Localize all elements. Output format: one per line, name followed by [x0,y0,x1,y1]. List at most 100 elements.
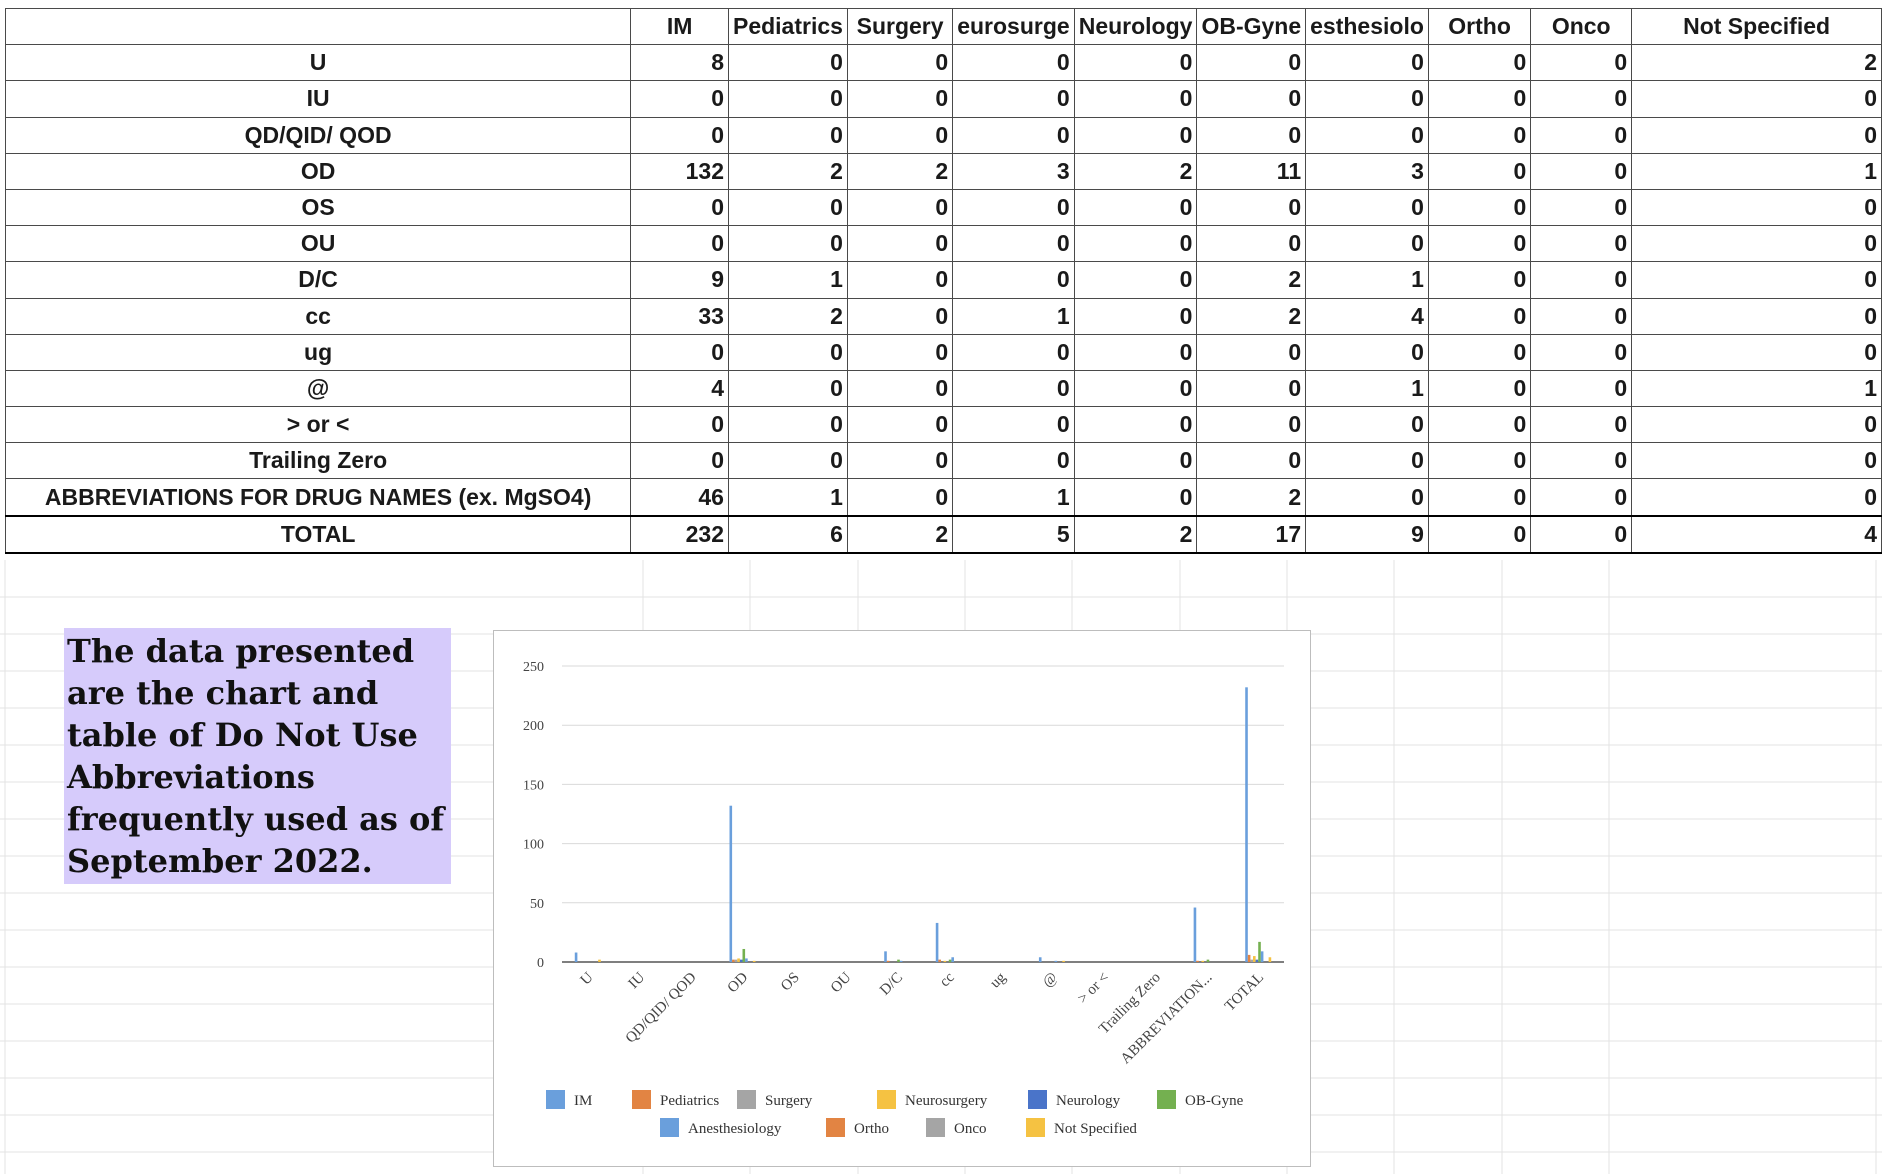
corner-header-cell[interactable] [4,7,632,46]
table-cell[interactable]: 0 [1530,297,1633,335]
table-cell[interactable]: 0 [1631,225,1882,263]
table-cell[interactable]: 0 [1631,261,1882,299]
table-cell[interactable]: 0 [727,225,848,263]
table-cell[interactable]: 0 [1530,478,1633,517]
table-cell[interactable]: 232 [630,514,729,554]
table-cell[interactable]: 1 [1631,369,1882,408]
table-cell[interactable]: 0 [1427,44,1532,82]
table-cell[interactable]: 0 [846,261,954,299]
table-cell[interactable]: 0 [846,80,954,118]
table-cell[interactable]: 2 [1196,297,1307,335]
table-cell[interactable]: 0 [1530,80,1633,118]
row-label-cell[interactable]: D/C [4,261,632,299]
row-label-cell[interactable]: > or < [4,406,632,444]
table-cell[interactable]: 2 [727,297,848,335]
table-cell[interactable]: 0 [727,188,848,227]
table-cell[interactable]: 0 [1530,152,1633,190]
table-cell[interactable]: 0 [952,333,1075,371]
table-cell[interactable]: 0 [630,442,729,480]
table-cell[interactable]: 0 [846,297,954,335]
column-header[interactable]: Pediatrics [727,7,848,46]
table-cell[interactable]: 0 [1631,478,1882,517]
table-cell[interactable]: 0 [1196,442,1307,480]
table-cell[interactable]: 2 [1073,514,1198,554]
table-cell[interactable]: 2 [1196,261,1307,299]
table-cell[interactable]: 0 [1530,333,1633,371]
table-cell[interactable]: 0 [1073,80,1198,118]
table-cell[interactable]: 0 [630,116,729,154]
row-label-cell[interactable]: TOTAL [4,514,632,554]
table-cell[interactable]: 46 [630,478,729,517]
table-cell[interactable]: 0 [1427,406,1532,444]
table-cell[interactable]: 0 [1196,116,1307,154]
table-cell[interactable]: 0 [1196,188,1307,227]
table-cell[interactable]: 0 [1305,44,1429,82]
table-cell[interactable]: 0 [1530,442,1633,480]
table-cell[interactable]: 0 [1631,297,1882,335]
table-cell[interactable]: 0 [846,44,954,82]
column-header[interactable]: Not Specified [1631,7,1882,46]
table-cell[interactable]: 0 [1196,225,1307,263]
table-cell[interactable]: 0 [630,333,729,371]
table-cell[interactable]: 0 [1073,297,1198,335]
table-cell[interactable]: 0 [1530,225,1633,263]
column-header[interactable]: eurosurge [952,7,1075,46]
table-cell[interactable]: 0 [727,369,848,408]
table-cell[interactable]: 0 [846,478,954,517]
table-cell[interactable]: 0 [952,188,1075,227]
chart-container[interactable]: 0 50 100 150 200 250 U IU QD/QID/ QOD OD OS OU D/C cc… [493,630,1311,1167]
table-cell[interactable]: 0 [1427,369,1532,408]
table-cell[interactable]: 0 [727,116,848,154]
table-cell[interactable]: 0 [1073,478,1198,517]
table-cell[interactable]: 0 [727,442,848,480]
table-cell[interactable]: 0 [1530,261,1633,299]
table-cell[interactable]: 0 [1427,478,1532,517]
table-cell[interactable]: 0 [1196,369,1307,408]
table-cell[interactable]: 0 [1631,333,1882,371]
table-cell[interactable]: 0 [1631,188,1882,227]
table-cell[interactable]: 0 [727,80,848,118]
table-cell[interactable]: 0 [1196,406,1307,444]
table-cell[interactable]: 2 [727,152,848,190]
table-cell[interactable]: 0 [1196,333,1307,371]
table-cell[interactable]: 4 [1631,514,1882,554]
table-cell[interactable]: 0 [846,225,954,263]
table-cell[interactable]: 0 [1631,406,1882,444]
table-cell[interactable]: 11 [1196,152,1307,190]
table-cell[interactable]: 0 [846,333,954,371]
table-cell[interactable]: 0 [1305,80,1429,118]
table-cell[interactable]: 0 [1073,406,1198,444]
table-cell[interactable]: 1 [1631,152,1882,190]
table-cell[interactable]: 0 [1631,442,1882,480]
table-cell[interactable]: 0 [952,406,1075,444]
table-cell[interactable]: 3 [1305,152,1429,190]
table-cell[interactable]: 6 [727,514,848,554]
table-cell[interactable]: 0 [630,225,729,263]
table-cell[interactable]: 0 [952,369,1075,408]
table-cell[interactable]: 1 [952,478,1075,517]
table-cell[interactable]: 5 [952,514,1075,554]
table-cell[interactable]: 0 [1530,406,1633,444]
table-cell[interactable]: 0 [1631,116,1882,154]
table-cell[interactable]: 0 [1073,442,1198,480]
table-cell[interactable]: 0 [1530,44,1633,82]
table-cell[interactable]: 0 [1305,442,1429,480]
table-cell[interactable]: 0 [846,369,954,408]
table-cell[interactable]: 0 [1427,152,1532,190]
row-label-cell[interactable]: OD [4,152,632,190]
table-cell[interactable]: 1 [952,297,1075,335]
row-label-cell[interactable]: cc [4,297,632,335]
table-cell[interactable]: 0 [1073,225,1198,263]
table-cell[interactable]: 0 [1196,80,1307,118]
table-cell[interactable]: 8 [630,44,729,82]
table-cell[interactable]: 0 [846,188,954,227]
table-cell[interactable]: 0 [727,406,848,444]
table-cell[interactable]: 2 [1073,152,1198,190]
table-cell[interactable]: 0 [952,116,1075,154]
table-cell[interactable]: 2 [846,152,954,190]
table-cell[interactable]: 9 [630,261,729,299]
table-cell[interactable]: 33 [630,297,729,335]
table-cell[interactable]: 0 [952,80,1075,118]
column-header[interactable]: esthesiolo [1305,7,1429,46]
row-label-cell[interactable]: U [4,44,632,82]
